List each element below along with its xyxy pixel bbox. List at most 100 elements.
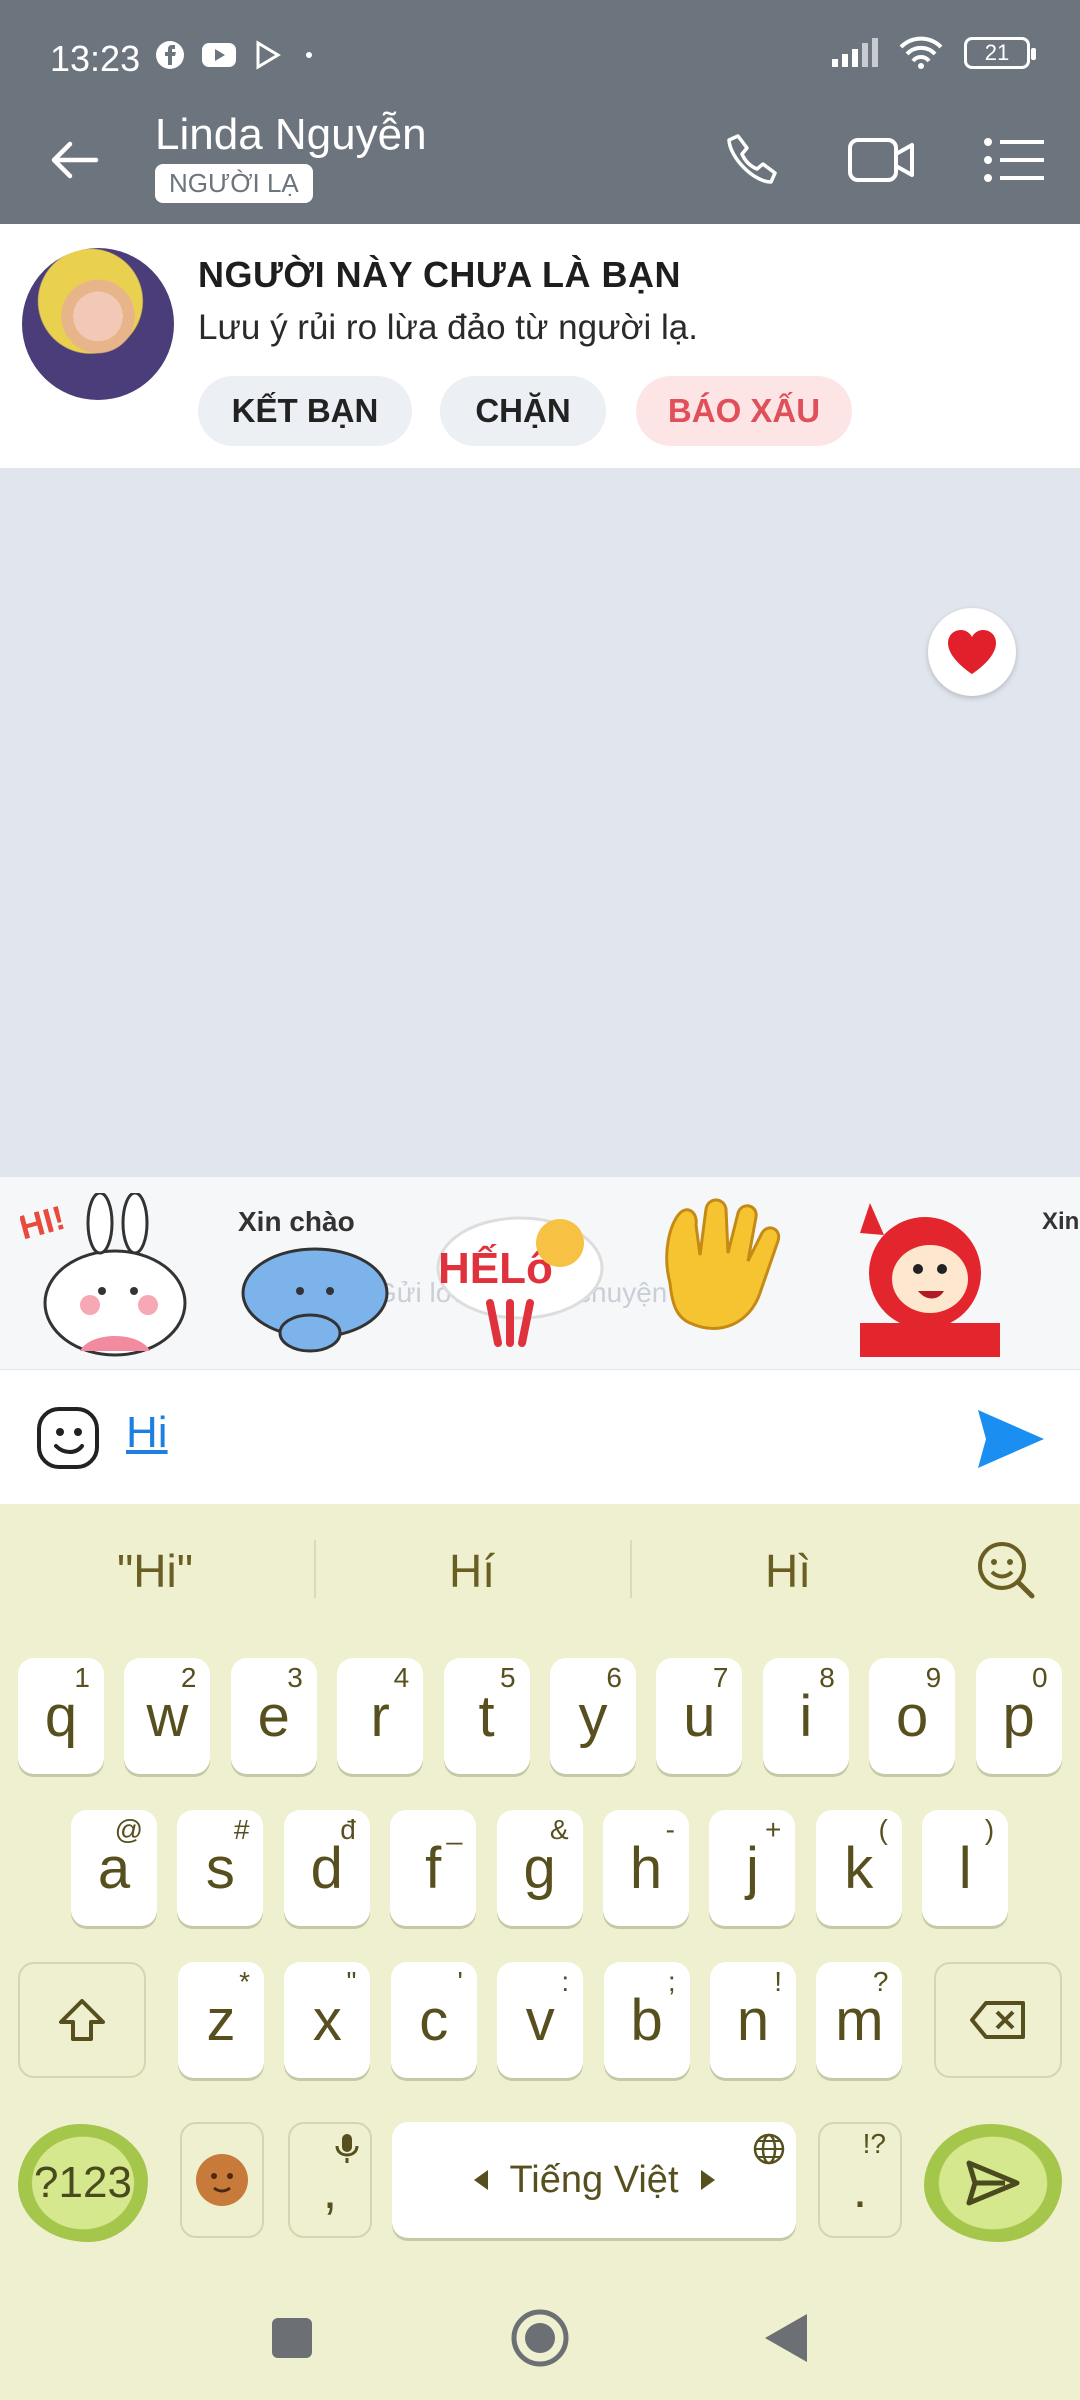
key-hint: ; [667, 1966, 676, 1997]
back-button[interactable] [44, 130, 104, 190]
key-hint: ! [774, 1966, 782, 1997]
status-bar: 13:23 21 [0, 0, 1080, 92]
suggestion-divider [630, 1540, 632, 1598]
chat-area[interactable] [0, 468, 1080, 1176]
key-hint: & [549, 1814, 569, 1845]
globe-icon [753, 2133, 785, 2165]
facebook-icon [156, 41, 184, 69]
report-button[interactable]: BÁO XẤU [636, 376, 852, 446]
voice-call-button[interactable] [716, 130, 788, 190]
key-hint: 4 [393, 1662, 410, 1693]
key-k[interactable]: k( [815, 1810, 902, 1926]
enter-send-key[interactable] [924, 2124, 1062, 2242]
sticker-picker-button[interactable] [36, 1406, 100, 1470]
emoji-key[interactable] [180, 2122, 264, 2238]
key-l[interactable]: l) [922, 1810, 1009, 1926]
key-hint: ' [457, 1966, 463, 1997]
sticker-suggestions: Gửi lời chào trò chuyện với HI! Xin chào… [0, 1176, 1080, 1370]
space-language-label: Tiếng Việt [509, 2158, 679, 2201]
back-nav-button[interactable] [756, 2308, 816, 2368]
list-menu-icon [984, 138, 1044, 182]
key-b[interactable]: b; [603, 1962, 690, 2078]
key-label: y [578, 1683, 608, 1749]
sticker-blue-cat-xin-chao[interactable]: Xin chào [230, 1193, 410, 1357]
key-hint: 6 [606, 1662, 622, 1693]
key-y[interactable]: y6 [550, 1658, 636, 1774]
heart-icon [948, 630, 996, 674]
suggestion-1[interactable]: "Hi" [5, 1544, 305, 1598]
key-u[interactable]: u7 [656, 1658, 743, 1774]
reaction-button[interactable] [928, 608, 1016, 696]
stranger-notice: NGƯỜI NÀY CHƯA LÀ BẠN Lưu ý rủi ro lừa đ… [0, 224, 1080, 468]
space-key[interactable]: Tiếng Việt [392, 2122, 796, 2238]
key-v[interactable]: v: [497, 1962, 584, 2078]
key-c[interactable]: c ' [390, 1962, 477, 2078]
key-f[interactable]: f _ [390, 1810, 477, 1926]
key-a[interactable]: a @ [71, 1810, 157, 1926]
key-j[interactable]: j + [709, 1810, 796, 1926]
key-hint: đ [340, 1814, 356, 1845]
key-i[interactable]: i8 [762, 1658, 849, 1774]
key-w[interactable]: w2 [124, 1658, 211, 1774]
backspace-key[interactable] [934, 1962, 1062, 2078]
home-button[interactable] [510, 2308, 570, 2368]
chat-header: Linda Nguyễn NGƯỜI LẠ [0, 92, 1080, 224]
key-d[interactable]: dđ [283, 1810, 370, 1926]
period-key[interactable]: . !? [818, 2122, 902, 2238]
key-r[interactable]: r4 [337, 1658, 424, 1774]
key-label: b [630, 1987, 663, 2053]
key-hint: 5 [500, 1662, 516, 1693]
avatar[interactable] [22, 248, 174, 400]
sticker-bunny-hi[interactable]: HI! [15, 1191, 200, 1357]
sticker-helo[interactable]: HẾLô [430, 1193, 610, 1357]
youtube-icon [202, 43, 236, 67]
sticker-xin-chao-partial[interactable]: Xin Ch [1040, 1193, 1080, 1357]
triangle-back-icon [765, 2314, 807, 2362]
emoji-search-button[interactable] [974, 1538, 1036, 1605]
sticker-waving-hand[interactable] [630, 1193, 810, 1357]
key-hint: * [239, 1966, 250, 1997]
key-g[interactable]: g & [496, 1810, 583, 1926]
backspace-icon [970, 2001, 1025, 2039]
key-z[interactable]: z * [178, 1962, 264, 2078]
key-q[interactable]: q1 [18, 1658, 104, 1774]
key-o[interactable]: o9 [869, 1658, 956, 1774]
sticker-text-helo: HẾLô [438, 1243, 553, 1293]
key-s[interactable]: s # [177, 1810, 264, 1926]
comma-key[interactable]: , [288, 2122, 372, 2238]
block-button[interactable]: CHẶN [440, 376, 606, 446]
contact-name[interactable]: Linda Nguyễn [155, 110, 427, 160]
key-label: c [419, 1987, 449, 2053]
suggestion-3[interactable]: Hì [638, 1544, 938, 1598]
send-button[interactable] [976, 1408, 1046, 1470]
comma-key-label: , [322, 2162, 338, 2220]
key-label: t [478, 1683, 495, 1749]
send-arrow-icon [978, 1410, 1044, 1468]
suggestion-2[interactable]: Hí [322, 1544, 622, 1598]
sticker-red-monkey[interactable] [830, 1193, 1010, 1357]
chat-options-button[interactable] [978, 130, 1050, 190]
key-hint: 0 [1032, 1662, 1048, 1693]
key-hint: ) [984, 1814, 995, 1845]
recents-button[interactable] [262, 2308, 322, 2368]
key-m[interactable]: m? [816, 1962, 903, 2078]
key-label: v [525, 1987, 555, 2053]
key-t[interactable]: t5 [443, 1658, 530, 1774]
key-p[interactable]: p0 [975, 1658, 1062, 1774]
key-h[interactable]: h- [603, 1810, 689, 1926]
video-call-button[interactable] [846, 130, 918, 190]
circle-home-icon [511, 2309, 569, 2367]
key-n[interactable]: n! [710, 1962, 796, 2078]
key-label: z [206, 1987, 236, 2053]
key-x[interactable]: x " [284, 1962, 371, 2078]
add-friend-button[interactable]: KẾT BẠN [198, 376, 412, 446]
sticker-text-hi: HI! [20, 1199, 69, 1247]
key-e[interactable]: e3 [230, 1658, 317, 1774]
key-hint: ? [872, 1966, 889, 1997]
key-hint: " [346, 1966, 357, 1997]
shift-key[interactable] [18, 1962, 146, 2078]
send-arrow-icon [966, 2160, 1020, 2206]
message-input[interactable]: Hi [126, 1408, 168, 1458]
key-hint: 9 [925, 1662, 942, 1693]
symbols-key[interactable]: ?123 [18, 2124, 148, 2242]
